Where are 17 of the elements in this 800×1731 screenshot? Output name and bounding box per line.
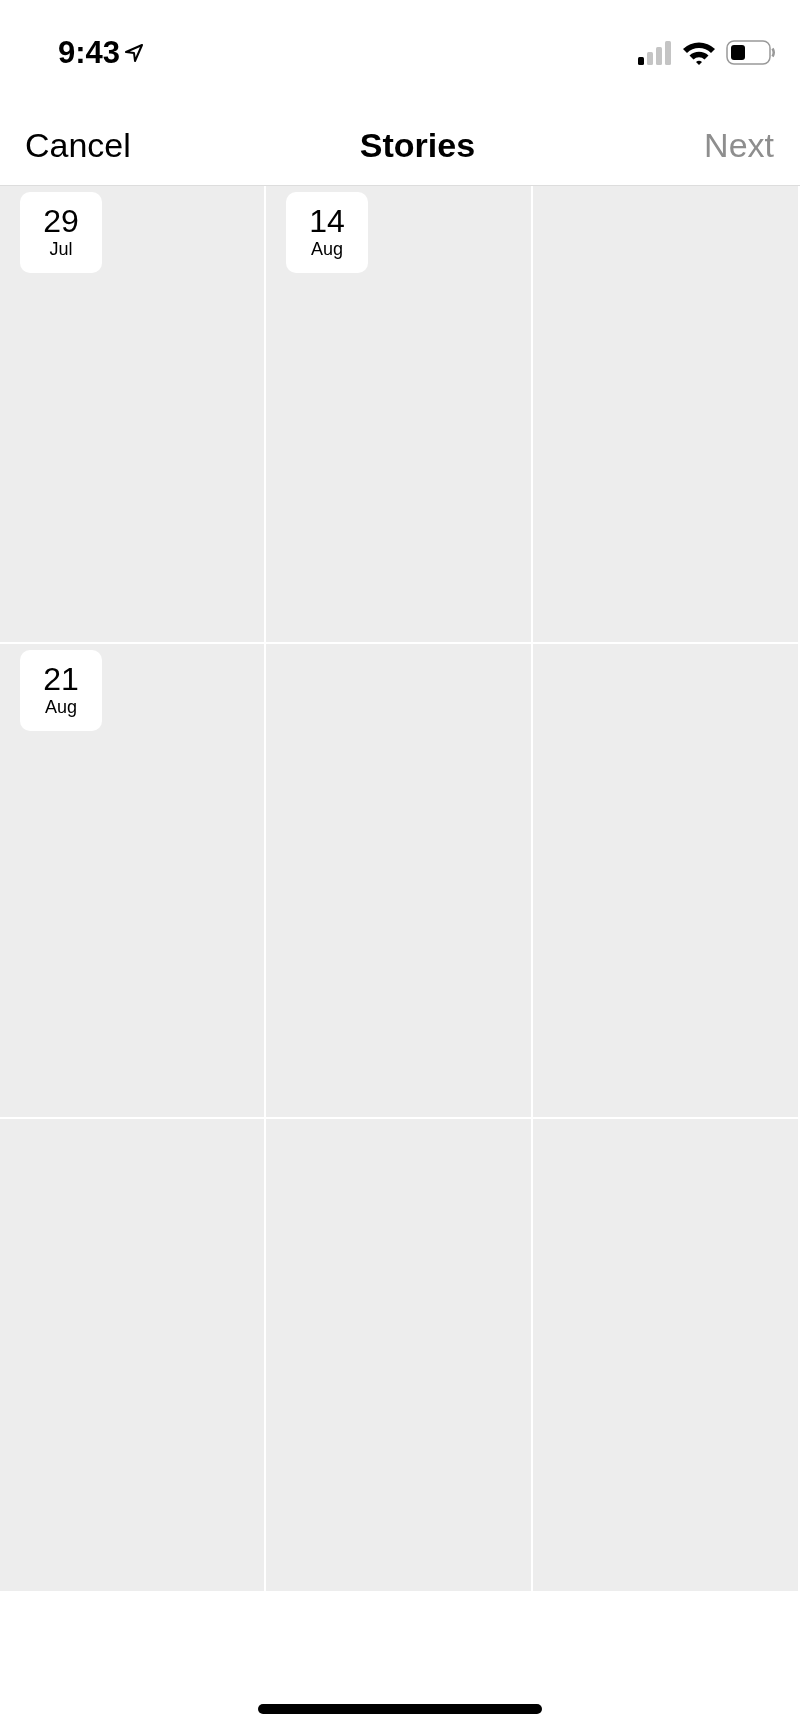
battery-icon: [726, 40, 776, 65]
signal-icon: [638, 40, 672, 65]
date-day: 21: [43, 662, 79, 698]
story-tile[interactable]: 29 Jul: [0, 186, 264, 642]
date-month: Jul: [49, 239, 73, 261]
date-month: Aug: [311, 239, 343, 261]
status-time: 9:43: [58, 34, 121, 71]
wifi-icon: [682, 40, 716, 65]
story-tile[interactable]: [533, 186, 798, 642]
story-tile[interactable]: 21 Aug: [0, 644, 264, 1117]
date-day: 29: [43, 204, 79, 240]
location-arrow-icon: [124, 42, 145, 63]
cancel-button[interactable]: Cancel: [25, 125, 131, 165]
date-month: Aug: [45, 697, 77, 719]
story-tile[interactable]: 14 Aug: [266, 186, 531, 642]
screen-title: Stories: [359, 125, 476, 165]
date-day: 14: [309, 204, 345, 240]
